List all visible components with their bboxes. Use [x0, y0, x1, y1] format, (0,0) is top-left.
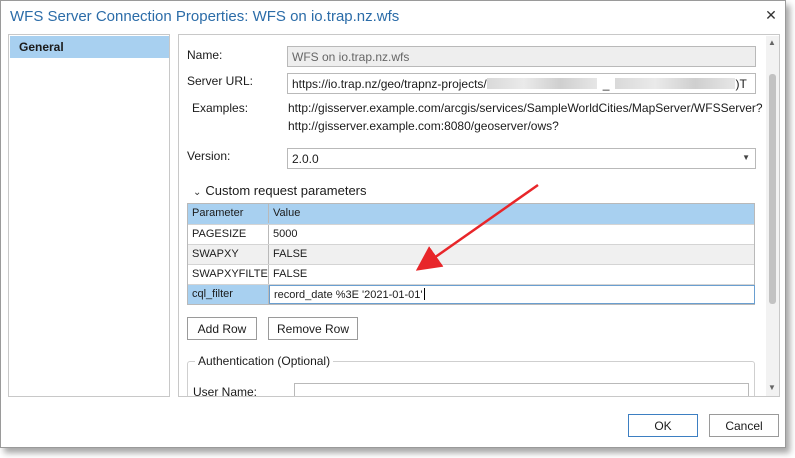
param-value-cell[interactable]: FALSE — [269, 245, 755, 264]
authentication-title: Authentication (Optional) — [195, 354, 334, 368]
param-name-cell[interactable]: SWAPXY — [188, 245, 269, 264]
example-url: http://gisserver.example.com/arcgis/serv… — [288, 101, 763, 115]
text-cursor — [423, 288, 425, 300]
table-row[interactable]: SWAPXY FALSE — [188, 244, 754, 264]
content-panel: Name: WFS on io.trap.nz.wfs Server URL: … — [178, 34, 780, 397]
grid-header-row: Parameter Value — [188, 204, 754, 224]
param-value-text: record_date %3E '2021-01-01' — [274, 289, 423, 301]
url-mid: _ — [602, 77, 610, 91]
params-grid: Parameter Value PAGESIZE 5000 SWAPXY FAL… — [187, 203, 755, 305]
custom-params-toggle[interactable]: ⌄ Custom request parameters — [193, 183, 367, 198]
param-value-editor[interactable]: record_date %3E '2021-01-01' — [269, 285, 755, 304]
version-select[interactable]: 2.0.0 ▼ — [287, 148, 756, 169]
dialog-window: WFS Server Connection Properties: WFS on… — [0, 0, 786, 448]
user-name-label: User Name: — [193, 385, 258, 397]
sidebar-item-general[interactable]: General — [10, 36, 169, 58]
redacted-region — [615, 78, 736, 89]
redacted-region — [486, 78, 597, 89]
close-icon[interactable]: ✕ — [762, 6, 780, 24]
cancel-button[interactable]: Cancel — [709, 414, 779, 437]
param-value-cell[interactable]: 5000 — [269, 225, 755, 244]
server-url-field[interactable]: https://io.trap.nz/geo/trapnz-projects/ _… — [287, 73, 756, 94]
param-name-cell[interactable]: cql_filter — [188, 285, 269, 304]
table-row[interactable]: SWAPXYFILTER FALSE — [188, 264, 754, 284]
section-title: Custom request parameters — [205, 183, 367, 198]
scroll-up-icon[interactable]: ▲ — [768, 38, 776, 47]
url-suffix: )T — [735, 77, 747, 91]
ok-button[interactable]: OK — [628, 414, 698, 437]
table-row-selected[interactable]: cql_filter record_date %3E '2021-01-01' — [188, 284, 755, 304]
scroll-thumb[interactable] — [769, 74, 776, 304]
remove-row-button[interactable]: Remove Row — [268, 317, 358, 340]
chevron-down-icon: ⌄ — [193, 187, 202, 198]
title-bar: WFS Server Connection Properties: WFS on… — [1, 1, 785, 33]
server-url-label: Server URL: — [187, 74, 254, 88]
chevron-down-icon: ▼ — [742, 153, 750, 162]
vertical-scrollbar[interactable]: ▲ ▼ — [766, 36, 779, 396]
version-label: Version: — [187, 149, 231, 163]
param-value-cell[interactable]: FALSE — [269, 265, 755, 284]
name-label: Name: — [187, 48, 223, 62]
param-name-cell[interactable]: PAGESIZE — [188, 225, 269, 244]
url-prefix: https://io.trap.nz/geo/trapnz-projects/ — [292, 77, 487, 91]
table-row[interactable]: PAGESIZE 5000 — [188, 224, 754, 244]
add-row-button[interactable]: Add Row — [187, 317, 257, 340]
user-name-field[interactable] — [294, 383, 749, 396]
window-title: WFS Server Connection Properties: WFS on… — [10, 8, 400, 25]
scroll-down-icon[interactable]: ▼ — [768, 383, 776, 392]
version-value: 2.0.0 — [292, 152, 319, 166]
column-header-parameter[interactable]: Parameter — [188, 204, 269, 223]
name-field[interactable]: WFS on io.trap.nz.wfs — [287, 46, 756, 67]
example-url: http://gisserver.example.com:8080/geoser… — [288, 119, 559, 133]
column-header-value[interactable]: Value — [269, 204, 755, 223]
sidebar: General — [8, 34, 170, 397]
param-name-cell[interactable]: SWAPXYFILTER — [188, 265, 269, 284]
examples-label: Examples: — [192, 101, 249, 115]
